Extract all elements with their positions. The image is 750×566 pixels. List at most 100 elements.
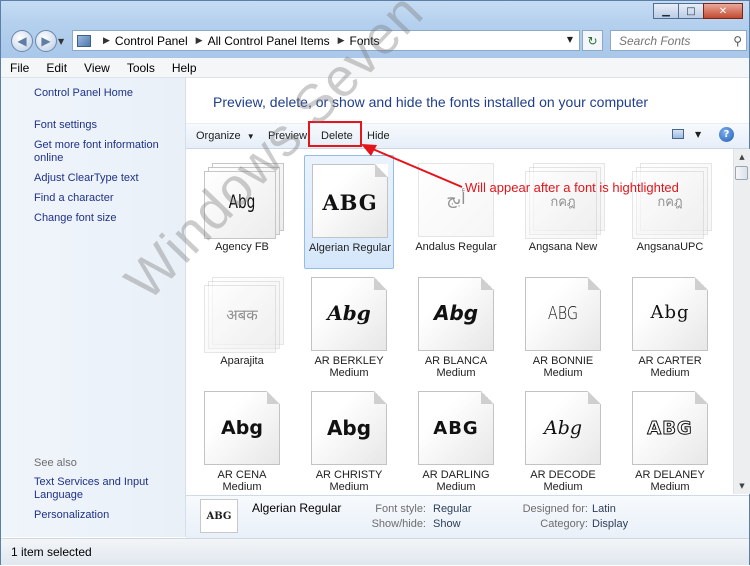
menu-help[interactable]: Help [163,61,205,75]
search-box[interactable]: ⚲ [610,30,747,51]
font-name: AR CARTER Medium [638,355,702,379]
command-bar: Organize ▼ Preview Delete Hide [186,123,749,149]
forward-button[interactable]: ▶ [35,30,57,52]
refresh-button[interactable]: ↻ [582,30,603,51]
font-tile-angsanaupc[interactable]: กคฎ AngsanaUPC [625,155,715,267]
font-tile-ar-berkley[interactable]: Abg AR BERKLEY Medium [304,269,394,381]
sidebar-link-text-services[interactable]: Text Services and Input Language [34,476,154,502]
font-tile-aparajita[interactable]: अबक Aparajita [197,269,287,381]
scroll-down-icon[interactable]: ▼ [734,478,750,494]
help-icon[interactable]: ? [719,127,734,142]
font-sample: Abg [327,301,371,325]
menu-edit[interactable]: Edit [37,61,75,75]
font-tile-ar-bonnie[interactable]: ABG AR BONNIE Medium [518,269,608,381]
font-tile-andalus[interactable]: أبج Andalus Regular [411,155,501,267]
breadcrumb-all-items[interactable]: All Control Panel Items [208,34,330,48]
page-heading: Preview, delete, or show and hide the fo… [213,94,649,110]
page-fold-icon [375,164,388,177]
refresh-icon: ↻ [587,33,598,48]
font-name: AR DECODE Medium [530,469,596,493]
sidebar-link-find-character[interactable]: Find a character [34,192,174,205]
title-bar: ▁ □ ✕ ◀ ▶ ▼ ▶ Control Panel ▶ All Contro… [1,1,749,59]
sidebar-link-cleartype[interactable]: Adjust ClearType text [34,172,174,185]
menu-bar: File Edit View Tools Help [1,58,749,78]
category-value: Display [592,518,629,530]
page-fold-icon [481,277,494,290]
font-tile-ar-darling[interactable]: ABG AR DARLING Medium [411,383,501,495]
sidebar-link-font-info-online[interactable]: Get more font information online [34,139,164,165]
hide-button[interactable]: Hide [367,130,390,142]
font-name: Angsana New [528,241,598,253]
recent-pages-dropdown[interactable]: ▼ [58,37,64,46]
page-fold-icon [374,277,387,290]
page-fold-icon [374,391,387,404]
scroll-up-icon[interactable]: ▲ [734,149,750,165]
preview-button[interactable]: Preview [268,130,307,142]
page-fold-icon [481,391,494,404]
back-button[interactable]: ◀ [11,30,33,52]
category-label: Category: [540,518,588,530]
menu-tools[interactable]: Tools [118,61,163,75]
sidebar-link-font-settings[interactable]: Font settings [34,119,174,132]
font-tile-ar-decode[interactable]: Abg AR DECODE Medium [518,383,608,495]
vertical-scrollbar[interactable]: ▲ ▼ [733,149,750,494]
menu-view[interactable]: View [75,61,118,75]
search-input[interactable] [617,32,731,49]
organize-button[interactable]: Organize ▼ [196,130,255,142]
search-icon[interactable]: ⚲ [733,34,742,48]
breadcrumb-control-panel[interactable]: Control Panel [115,34,188,48]
font-name: Agency FB [215,241,269,253]
font-name: AR CHRISTY Medium [315,469,383,493]
selection-count: 1 item selected [11,545,92,559]
font-tile-ar-delaney[interactable]: ABG AR DELANEY Medium [625,383,715,495]
fonts-window: ▁ □ ✕ ◀ ▶ ▼ ▶ Control Panel ▶ All Contro… [0,0,750,565]
selected-font-name: Algerian Regular [252,501,342,515]
font-tile-angsana-new[interactable]: กคฎ Angsana New [518,155,608,267]
font-tile-agency-fb[interactable]: Abg Agency FB [197,155,287,267]
sidebar-link-personalization[interactable]: Personalization [34,509,174,522]
back-arrow-icon: ◀ [17,34,27,48]
chevron-down-icon: ▼ [246,132,255,141]
see-also-heading: See also [34,457,77,469]
breadcrumb: ▶ Control Panel ▶ All Control Panel Item… [95,34,380,48]
window-controls: ▁ □ ✕ [653,3,743,19]
address-bar[interactable]: ▶ Control Panel ▶ All Control Panel Item… [72,30,580,51]
minimize-button[interactable]: ▁ [653,3,679,19]
font-tile-ar-christy[interactable]: Abg AR CHRISTY Medium [304,383,394,495]
font-sample: Abg [228,191,256,213]
page-fold-icon [267,391,280,404]
delete-highlight-box [308,121,362,147]
close-button[interactable]: ✕ [703,3,743,19]
maximize-button[interactable]: □ [678,3,704,19]
sidebar-link-change-font-size[interactable]: Change font size [34,212,174,225]
font-tile-ar-blanca[interactable]: Abg AR BLANCA Medium [411,269,501,381]
font-sample: Abg [221,417,263,439]
page-fold-icon [695,277,708,290]
chevron-right-icon[interactable]: ▶ [338,35,345,46]
sidebar-link-control-panel-home[interactable]: Control Panel Home [34,87,174,100]
font-tile-algerian[interactable]: ABG Algerian Regular [304,155,394,269]
show-hide-label: Show/hide: [371,518,426,530]
view-options-dropdown[interactable]: ▼ [695,130,701,139]
font-sample: ABG [647,418,693,440]
address-dropdown-icon[interactable]: ▼ [567,35,573,44]
font-sample: Abg [326,416,372,440]
breadcrumb-fonts[interactable]: Fonts [350,34,380,48]
details-pane: ABG Algerian Regular Font style: Regular… [186,495,749,538]
show-hide-value: Show [433,518,461,530]
scroll-thumb[interactable] [735,166,748,180]
chevron-right-icon[interactable]: ▶ [196,35,203,46]
font-style-value: Regular [433,503,472,515]
menu-file[interactable]: File [1,61,37,75]
font-name: Aparajita [220,355,264,367]
change-view-icon[interactable] [672,129,684,139]
organize-label: Organize [196,130,241,142]
font-tile-ar-cena[interactable]: Abg AR CENA Medium [197,383,287,495]
chevron-right-icon: ▶ [103,35,110,45]
font-tile-ar-carter[interactable]: Abg AR CARTER Medium [625,269,715,381]
font-name: Andalus Regular [415,241,497,253]
font-name: AR BLANCA Medium [424,355,488,379]
designed-for-label: Designed for: [522,503,588,515]
task-sidebar: Control Panel Home Font settings Get mor… [1,78,186,537]
font-name: AR DELANEY Medium [635,469,705,493]
